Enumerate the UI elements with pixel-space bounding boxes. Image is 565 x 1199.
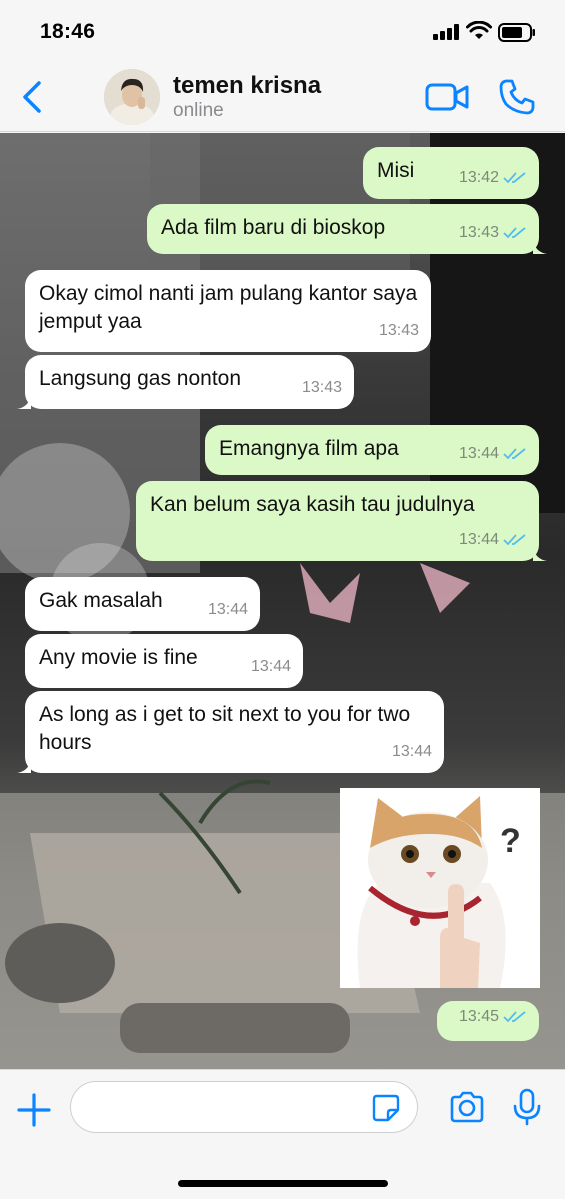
microphone-button[interactable] [512, 1088, 542, 1126]
message-meta: 13:43 [459, 219, 527, 247]
message-time: 13:45 [458, 1008, 499, 1025]
message-meta: 13:44 [392, 738, 432, 766]
camera-button[interactable] [449, 1091, 485, 1123]
message-meta: 13:44 [459, 440, 527, 468]
bubble-tail [533, 547, 547, 561]
message-meta: 13:44 [459, 526, 527, 554]
message-time: 13:44 [458, 531, 499, 548]
wifi-icon [466, 21, 492, 39]
message-bubble-outgoing[interactable]: Misi 13:42 [363, 147, 539, 199]
chat-header: temen krisna online [0, 62, 565, 132]
bubble-tail [17, 759, 31, 773]
message-meta: 13:43 [302, 374, 342, 402]
sticker-question-mark: ? [500, 822, 521, 860]
presence-status: online [173, 100, 224, 121]
read-receipt-icon [503, 534, 526, 546]
bubble-tail [533, 240, 547, 254]
message-meta: 13:45 [459, 1003, 527, 1031]
confused-cat-sticker[interactable]: ? [340, 788, 540, 988]
message-bubble-incoming[interactable]: Langsung gas nonton 13:43 [17, 355, 354, 409]
message-bubble-incoming[interactable]: Gak masalah 13:44 [25, 577, 260, 631]
message-time: 13:43 [458, 224, 499, 241]
voice-call-button[interactable] [498, 78, 536, 116]
back-button[interactable] [18, 80, 48, 114]
sticker-button[interactable] [372, 1094, 400, 1122]
message-text: As long as i get to sit next to you for … [39, 703, 411, 754]
message-meta: 13:44 [251, 653, 291, 681]
read-receipt-icon [503, 227, 526, 239]
message-time: 13:43 [378, 322, 419, 339]
video-call-button[interactable] [425, 82, 469, 112]
message-meta: 13:42 [459, 164, 527, 192]
status-time: 18:46 [40, 20, 96, 43]
status-bar: 18:46 [0, 0, 565, 62]
battery-icon [498, 23, 535, 42]
chat-area[interactable]: Misi 13:42 Ada film baru di bioskop 13:4… [0, 133, 565, 1069]
message-time: 13:44 [250, 658, 291, 675]
message-input[interactable] [70, 1081, 418, 1133]
cellular-signal-icon [433, 24, 461, 40]
read-receipt-icon [503, 1011, 526, 1023]
contact-name[interactable]: temen krisna [173, 72, 321, 100]
message-text: Kan belum saya kasih tau judulnya [150, 493, 475, 516]
message-time: 13:42 [458, 169, 499, 186]
message-time: 13:44 [391, 743, 432, 760]
sticker-meta: 13:45 [437, 1001, 539, 1041]
message-bubble-incoming[interactable]: As long as i get to sit next to you for … [17, 691, 444, 773]
message-meta: 13:44 [208, 596, 248, 624]
home-indicator[interactable] [178, 1180, 388, 1187]
bubble-tail [17, 395, 31, 409]
message-time: 13:44 [458, 445, 499, 462]
message-bubble-incoming[interactable]: Any movie is fine 13:44 [25, 634, 303, 688]
read-receipt-icon [503, 172, 526, 184]
message-composer [0, 1069, 565, 1199]
avatar[interactable] [104, 69, 160, 125]
message-time: 13:44 [207, 601, 248, 618]
message-text: Okay cimol nanti jam pulang kantor saya … [39, 282, 418, 333]
message-text: Langsung gas nonton [39, 367, 242, 390]
attach-plus-button[interactable] [16, 1092, 52, 1128]
message-meta: 13:43 [379, 317, 419, 345]
read-receipt-icon [503, 448, 526, 460]
message-bubble-outgoing[interactable]: Kan belum saya kasih tau judulnya 13:44 [136, 481, 547, 561]
message-time: 13:43 [301, 379, 342, 396]
message-bubble-outgoing[interactable]: Ada film baru di bioskop 13:43 [147, 204, 547, 254]
message-bubble-outgoing[interactable]: Emangnya film apa 13:44 [205, 425, 539, 475]
message-bubble-incoming[interactable]: Okay cimol nanti jam pulang kantor saya … [25, 270, 431, 352]
